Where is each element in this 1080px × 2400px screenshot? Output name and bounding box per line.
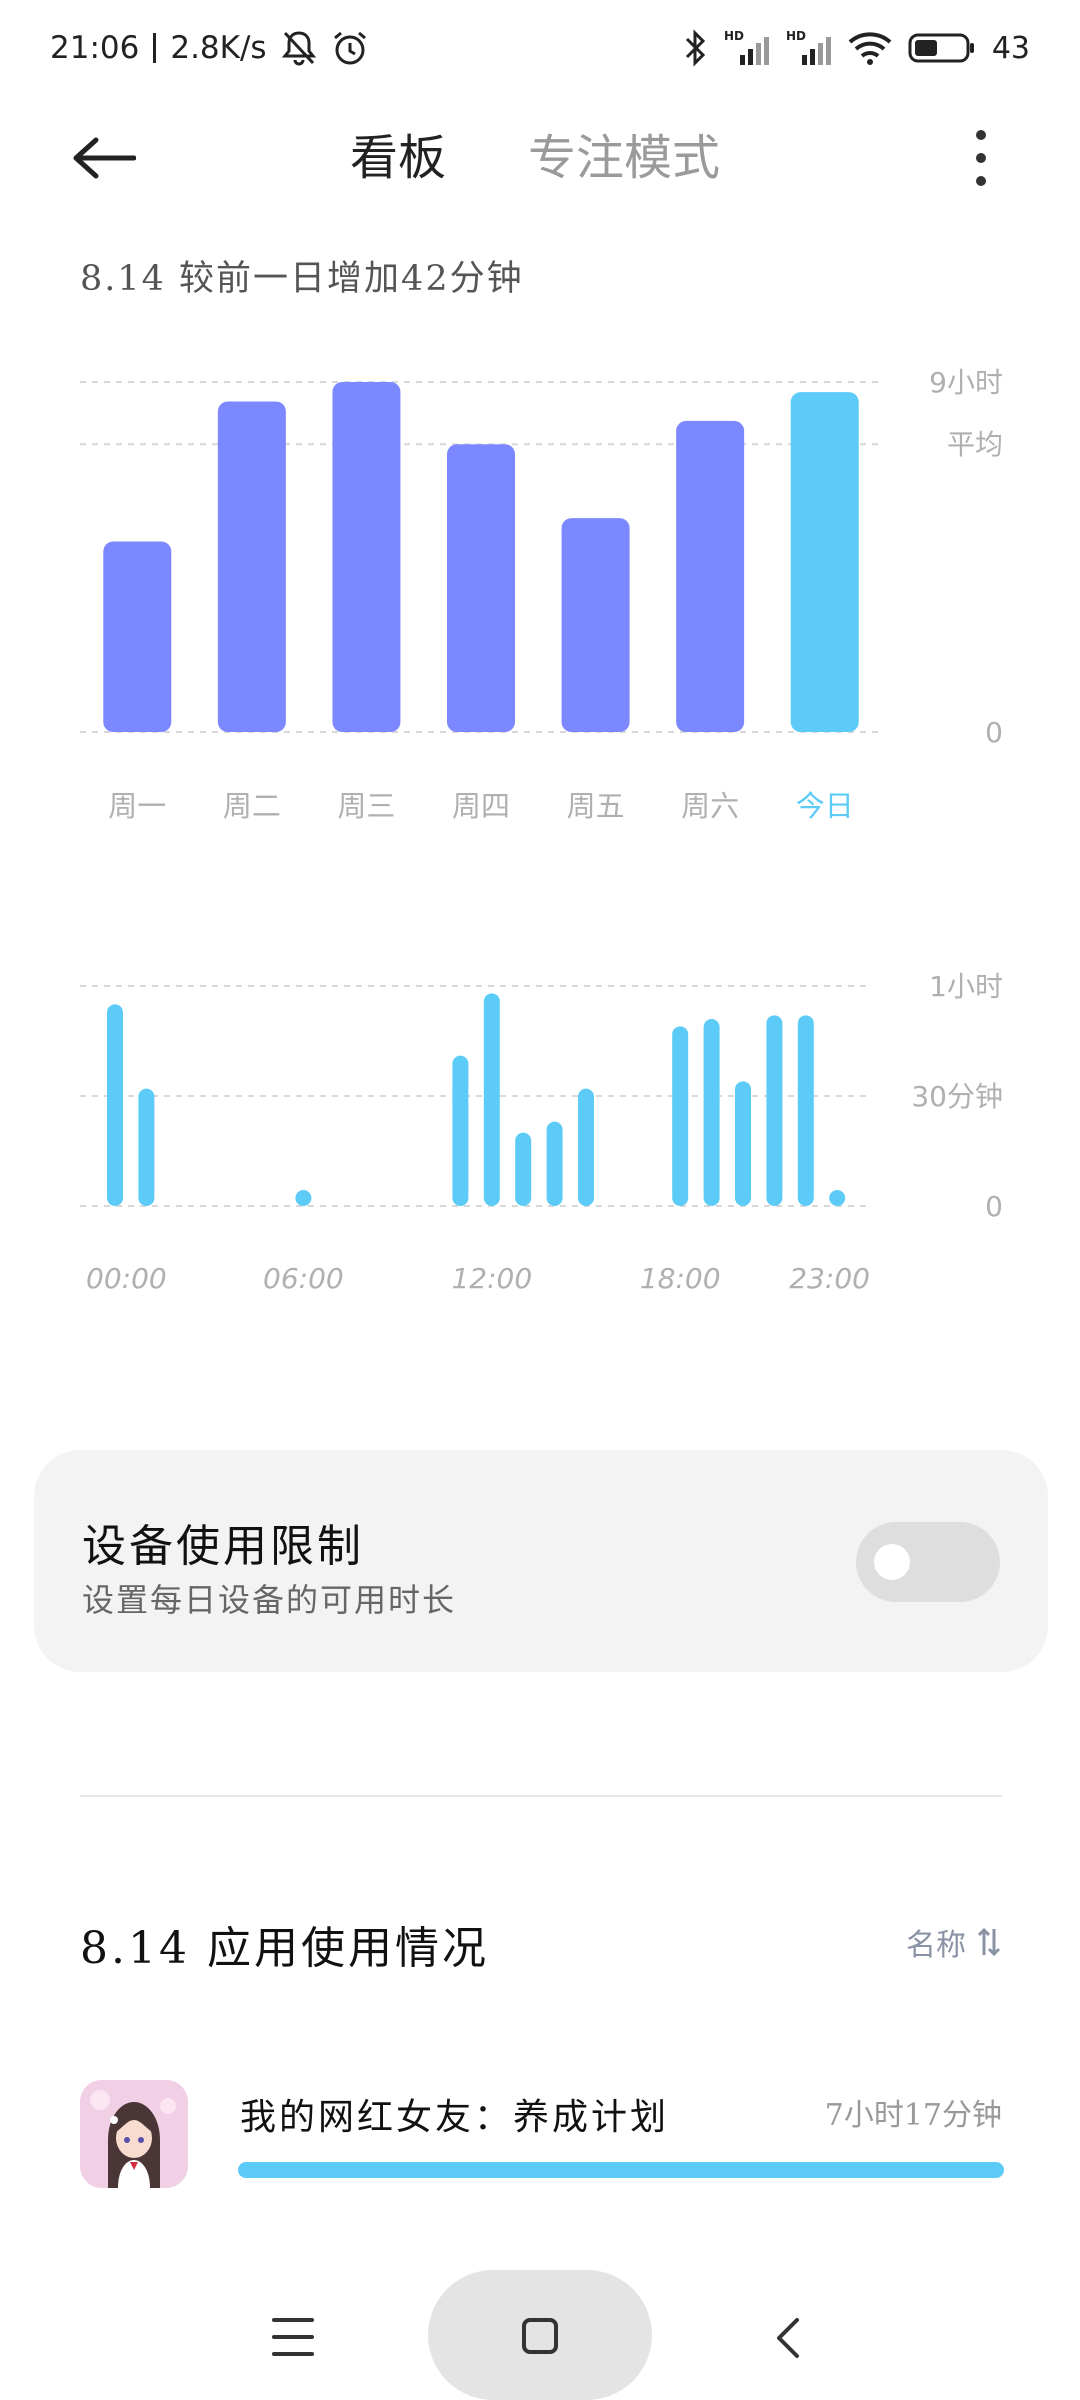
hourly-bar-0 — [107, 1004, 123, 1206]
bluetooth-icon — [684, 29, 708, 67]
screen: 21:06 2.8K/s HD HD 43 看板 专注模式 8.14 较前一日增… — [0, 0, 1080, 2400]
nav-back-button[interactable] — [768, 2314, 808, 2362]
weekly-bar-1 — [217, 401, 286, 732]
hourly-xtick-label-2: 12:00 — [451, 1262, 532, 1295]
weekly-bar-6 — [790, 392, 859, 732]
hourly-bar-1 — [138, 1088, 155, 1206]
device-limit-title: 设备使用限制 — [82, 1521, 364, 1572]
weekly-bar-2 — [332, 382, 401, 732]
menu-line — [272, 2352, 314, 2356]
toggle-knob — [874, 1544, 910, 1580]
header: 看板 专注模式 — [0, 110, 1080, 206]
hourly-xtick-label-4: 23:00 — [789, 1262, 870, 1295]
daily-comparison-text: 8.14 较前一日增加42分钟 — [80, 259, 524, 299]
device-limit-subtitle: 设置每日设备的可用时长 — [82, 1581, 457, 1619]
bell-off-icon — [281, 29, 317, 67]
hourly-bar-13 — [515, 1132, 532, 1206]
weekly-average-label: 平均 — [947, 428, 1003, 461]
hourly-xtick-label-1: 06:00 — [263, 1262, 344, 1295]
status-separator — [153, 33, 157, 63]
hourly-bar-6 — [295, 1190, 312, 1206]
weekly-bar-5 — [676, 420, 745, 732]
hourly-bar-20 — [735, 1081, 751, 1206]
hourly-bar-19 — [703, 1019, 720, 1206]
more-dot — [976, 176, 986, 186]
status-left: 21:06 2.8K/s — [50, 24, 369, 72]
arrow-left-icon — [73, 137, 136, 179]
app-usage-bar-track — [238, 2162, 1004, 2178]
weekly-day-label-2: 周三 — [337, 789, 395, 823]
status-right: HD HD 43 — [684, 24, 1030, 72]
home-button[interactable] — [428, 2270, 652, 2400]
app-usage-title: 8.14 应用使用情况 — [80, 1923, 489, 1974]
signal-hd-icon: HD — [724, 29, 770, 67]
app-icon — [80, 2080, 188, 2188]
svg-text:HD: HD — [786, 29, 806, 43]
menu-line — [272, 2318, 314, 2322]
device-limit-card[interactable]: 设备使用限制 设置每日设备的可用时长 — [34, 1450, 1048, 1672]
status-bar: 21:06 2.8K/s HD HD 43 — [0, 0, 1080, 96]
weekly-day-label-4: 周五 — [567, 789, 625, 823]
weekly-bar-0 — [103, 541, 172, 732]
battery-level: 43 — [991, 30, 1030, 66]
weekly-day-label-1: 周二 — [223, 789, 281, 823]
alarm-icon — [331, 29, 369, 67]
hourly-ytick-label-0: 0 — [985, 1190, 1003, 1223]
sort-arrows-icon — [977, 1927, 1001, 1957]
chevron-left-icon — [777, 2318, 799, 2358]
weekly-usage-chart: 9小时平均 0 周一 周二 周三 周四 周五 周六 今日 — [0, 340, 1080, 840]
recent-apps-button[interactable] — [272, 2318, 314, 2356]
hourly-xtick-label-0: 00:00 — [86, 1262, 167, 1295]
hourly-chart-svg: 0 30分钟 1小时 00:00 06:00 12:00 18:00 23:00 — [80, 970, 1003, 1295]
status-time: 21:06 — [50, 30, 140, 66]
network-speed: 2.8K/s — [170, 30, 267, 66]
tab-dashboard[interactable]: 看板 — [350, 128, 446, 188]
app-usage-time: 7小时17分钟 — [824, 2098, 1002, 2133]
app-usage-bar — [238, 2162, 1004, 2178]
hourly-bar-21 — [766, 1015, 783, 1206]
signal-hd-icon: HD — [786, 29, 832, 67]
weekly-chart-svg: 9小时平均 0 周一 周二 周三 周四 周五 周六 今日 — [80, 366, 1003, 823]
hourly-bar-14 — [546, 1121, 563, 1206]
weekly-bar-4 — [561, 518, 630, 732]
home-icon — [522, 2318, 558, 2354]
hourly-ytick-label-1: 30分钟 — [911, 1080, 1003, 1113]
sort-by-name-button[interactable]: 名称 — [906, 1920, 1002, 1964]
more-options-button[interactable] — [966, 130, 996, 186]
tab-focus-mode[interactable]: 专注模式 — [528, 128, 720, 188]
hourly-bar-22 — [797, 1015, 814, 1206]
weekly-max-label: 9小时 — [929, 366, 1003, 399]
wifi-icon — [848, 30, 892, 66]
hourly-bar-15 — [578, 1088, 594, 1206]
hourly-xtick-label-3: 18:00 — [640, 1262, 721, 1295]
hourly-bar-18 — [672, 1026, 689, 1206]
hourly-usage-chart: 0 30分钟 1小时 00:00 06:00 12:00 18:00 23:00 — [0, 950, 1080, 1320]
weekly-bar-3 — [447, 444, 515, 732]
app-name: 我的网红女友：养成计划 — [240, 2097, 670, 2138]
svg-text:HD: HD — [724, 29, 744, 43]
weekly-day-label-3: 周四 — [452, 789, 510, 823]
sort-label: 名称 — [906, 1928, 966, 1963]
battery-icon — [908, 31, 976, 65]
navigation-bar — [0, 2270, 1080, 2400]
device-limit-toggle[interactable] — [856, 1522, 1000, 1602]
divider — [80, 1795, 1002, 1797]
back-button[interactable] — [72, 128, 148, 188]
app-usage-row[interactable]: 我的网红女友：养成计划 7小时17分钟 — [0, 2070, 1080, 2200]
weekly-day-label-5: 周六 — [681, 789, 739, 823]
more-dot — [976, 153, 986, 163]
more-dot — [976, 130, 986, 140]
hourly-bar-23 — [829, 1190, 846, 1206]
weekly-day-label-6: 今日 — [796, 789, 854, 823]
hourly-bar-11 — [452, 1055, 469, 1206]
hourly-ytick-label-2: 1小时 — [929, 970, 1003, 1003]
hourly-bar-12 — [483, 993, 500, 1206]
menu-line — [272, 2335, 314, 2339]
weekly-day-label-0: 周一 — [108, 789, 166, 823]
weekly-zero-label: 0 — [985, 716, 1003, 749]
